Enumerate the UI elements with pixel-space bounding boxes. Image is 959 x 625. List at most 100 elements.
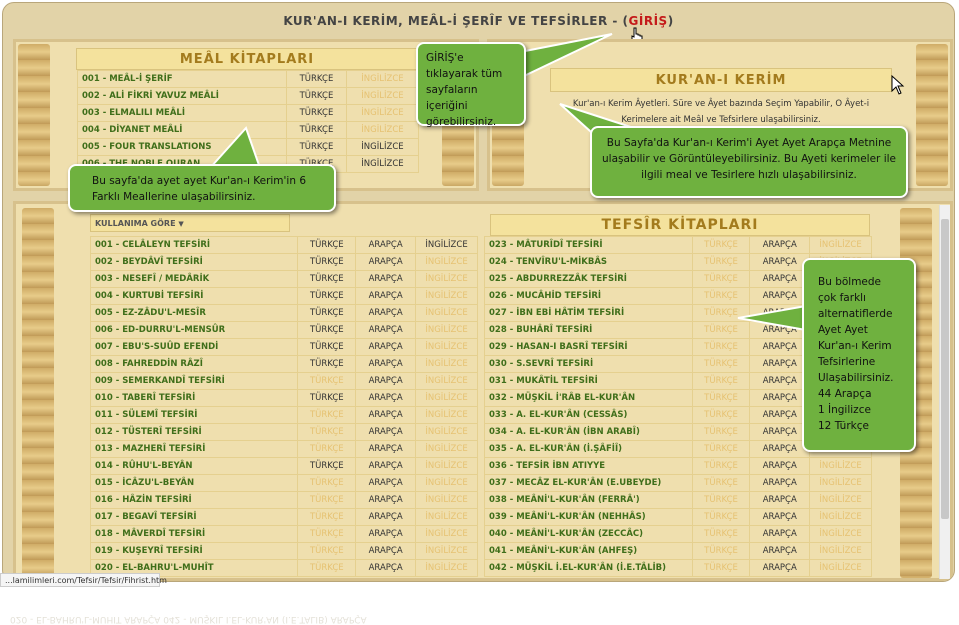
tefsir-name-link[interactable]: 001 - CELÂLEYN TEFSİRİ (89, 236, 299, 254)
tefsir-name-link[interactable]: 039 - MEÂNİ'L-KUR'ÂN (NEHHÂS) (484, 508, 693, 526)
meal-name-link[interactable]: 003 - ELMALILI MEÂLİ (77, 104, 287, 122)
turkce-link[interactable]: TÜRKÇE (286, 87, 347, 105)
tefsir-name-link[interactable]: 009 - SEMERKANDÎ TEFSİRİ (89, 372, 299, 390)
tefsir-name-link[interactable]: 014 - RÛHU'L-BEYÂN (89, 457, 299, 475)
turkce-link[interactable]: TÜRKÇE (297, 253, 357, 271)
turkce-link[interactable]: TÜRKÇE (297, 355, 357, 373)
tefsir-name-link[interactable]: 008 - FAHREDDİN RÂZÎ (89, 355, 299, 373)
tefsir-name-link[interactable]: 030 - S.SEVRÎ TEFSİRİ (484, 355, 693, 373)
arapca-link[interactable]: ARAPÇA (749, 321, 811, 339)
tefsir-name-link[interactable]: 013 - MAZHERÎ TEFSİRİ (89, 440, 299, 458)
arapca-link[interactable]: ARAPÇA (749, 525, 811, 543)
sort-dropdown[interactable]: KULLANIMA GÖRE ▼ (90, 214, 290, 232)
turkce-link[interactable]: TÜRKÇE (286, 138, 347, 156)
tefsir-name-link[interactable]: 017 - BEGAVÎ TEFSİRİ (89, 508, 299, 526)
arapca-link[interactable]: ARAPÇA (355, 253, 417, 271)
tefsir-name-link[interactable]: 011 - SÜLEMÎ TEFSİRİ (89, 406, 299, 424)
tefsir-name-link[interactable]: 035 - A. EL-KUR'ÂN (İ.ŞÂFİÎ) (484, 440, 693, 458)
tefsir-name-link[interactable]: 004 - KURTUBİ TEFSİRİ (89, 287, 299, 305)
tefsir-name-link[interactable]: 010 - TABERÎ TEFSİRİ (89, 389, 299, 407)
vertical-scrollbar[interactable] (939, 205, 950, 579)
arapca-link[interactable]: ARAPÇA (749, 236, 811, 254)
arapca-link[interactable]: ARAPÇA (749, 253, 811, 271)
arapca-link[interactable]: ARAPÇA (749, 440, 811, 458)
tefsir-name-link[interactable]: 028 - BUHÂRÎ TEFSİRİ (484, 321, 693, 339)
tefsir-name-link[interactable]: 024 - TENVÎRU'L-MİKBÂS (484, 253, 693, 271)
arapca-link[interactable]: ARAPÇA (355, 525, 417, 543)
tefsir-name-link[interactable]: 040 - MEÂNİ'L-KUR'ÂN (ZECCÂC) (484, 525, 693, 543)
tefsir-name-link[interactable]: 006 - ED-DURRU'L-MENSÛR (89, 321, 299, 339)
tefsir-name-link[interactable]: 003 - NESEFÎ / MEDÂRİK (89, 270, 299, 288)
turkce-link[interactable]: TÜRKÇE (297, 338, 357, 356)
arapca-link[interactable]: ARAPÇA (749, 423, 811, 441)
ingilizce-link[interactable]: İNGİLİZCE (345, 155, 420, 173)
arapca-link[interactable]: ARAPÇA (355, 338, 417, 356)
scrollbar-thumb[interactable] (941, 219, 949, 519)
turkce-link[interactable]: TÜRKÇE (286, 104, 347, 122)
tefsir-name-link[interactable]: 018 - MÂVERDÎ TEFSİRİ (89, 525, 299, 543)
arapca-link[interactable]: ARAPÇA (355, 355, 417, 373)
meal-name-link[interactable]: 004 - DİYANET MEÂLİ (77, 121, 287, 139)
tefsir-name-link[interactable]: 027 - İBN EBİ HÂTİM TEFSİRİ (484, 304, 693, 322)
meal-name-link[interactable]: 005 - FOUR TRANSLATIONS (77, 138, 287, 156)
ingilizce-link[interactable]: İNGİLİZCE (415, 236, 478, 254)
tefsir-name-link[interactable]: 015 - İCÂZU'L-BEYÂN (89, 474, 299, 492)
tefsir-name-link[interactable]: 012 - TÜSTERÎ TEFSİRİ (89, 423, 299, 441)
tefsir-name-link[interactable]: 005 - EZ-ZÂDU'L-MESÎR (89, 304, 299, 322)
arapca-link[interactable]: ARAPÇA (355, 491, 417, 509)
tefsir-name-link[interactable]: 038 - MEÂNİ'L-KUR'ÂN (FERRÂ') (484, 491, 693, 509)
arapca-link[interactable]: ARAPÇA (355, 508, 417, 526)
tefsir-name-link[interactable]: 019 - KUŞEYRÎ TEFSİRİ (89, 542, 299, 560)
arapca-link[interactable]: ARAPÇA (749, 474, 811, 492)
arapca-link[interactable]: ARAPÇA (749, 559, 811, 577)
arapca-link[interactable]: ARAPÇA (749, 287, 811, 305)
arapca-link[interactable]: ARAPÇA (749, 457, 811, 475)
arapca-link[interactable]: ARAPÇA (355, 474, 417, 492)
turkce-link[interactable]: TÜRKÇE (297, 457, 357, 475)
giris-link[interactable]: GİRİŞ (629, 14, 668, 28)
tefsir-name-link[interactable]: 034 - A. EL-KUR'ÂN (İBN ARABÎ) (484, 423, 693, 441)
tefsir-name-link[interactable]: 026 - MUCÂHİD TEFSİRİ (484, 287, 693, 305)
tefsir-name-link[interactable]: 041 - MEÂNİ'L-KUR'ÂN (AHFEŞ) (484, 542, 693, 560)
meal-name-link[interactable]: 001 - MEÂL-İ ŞERİF (77, 70, 287, 88)
tefsir-name-link[interactable]: 036 - TEFSİR İBN ATIYYE (484, 457, 693, 475)
tefsir-name-link[interactable]: 007 - EBU'S-SUÛD EFENDİ (89, 338, 299, 356)
tefsir-name-link[interactable]: 037 - MECÂZ EL-KUR'ÂN (E.UBEYDE) (484, 474, 693, 492)
turkce-link[interactable]: TÜRKÇE (286, 121, 347, 139)
arapca-link[interactable]: ARAPÇA (355, 406, 417, 424)
turkce-link[interactable]: TÜRKÇE (297, 389, 357, 407)
arapca-link[interactable]: ARAPÇA (355, 440, 417, 458)
arapca-link[interactable]: ARAPÇA (749, 406, 811, 424)
tefsir-name-link[interactable]: 031 - MUKÂTİL TEFSİRİ (484, 372, 693, 390)
arapca-link[interactable]: ARAPÇA (355, 389, 417, 407)
arapca-link[interactable]: ARAPÇA (355, 270, 417, 288)
arapca-link[interactable]: ARAPÇA (355, 559, 417, 577)
tefsir-name-link[interactable]: 032 - MÜŞKİL İ'RÂB EL-KUR'ÂN (484, 389, 693, 407)
arapca-link[interactable]: ARAPÇA (355, 423, 417, 441)
arapca-link[interactable]: ARAPÇA (749, 270, 811, 288)
arapca-link[interactable]: ARAPÇA (749, 389, 811, 407)
arapca-link[interactable]: ARAPÇA (749, 491, 811, 509)
tefsir-name-link[interactable]: 016 - HÂZİN TEFSİRİ (89, 491, 299, 509)
turkce-link[interactable]: TÜRKÇE (297, 270, 357, 288)
turkce-link[interactable]: TÜRKÇE (297, 304, 357, 322)
ingilizce-link[interactable]: İNGİLİZCE (345, 138, 420, 156)
arapca-link[interactable]: ARAPÇA (355, 236, 417, 254)
turkce-link[interactable]: TÜRKÇE (297, 236, 357, 254)
kuran-header[interactable]: KUR'AN-I KERİM (550, 68, 892, 92)
tefsir-name-link[interactable]: 002 - BEYDÂVÎ TEFSİRİ (89, 253, 299, 271)
arapca-link[interactable]: ARAPÇA (355, 287, 417, 305)
arapca-link[interactable]: ARAPÇA (749, 508, 811, 526)
turkce-link[interactable]: TÜRKÇE (297, 321, 357, 339)
arapca-link[interactable]: ARAPÇA (355, 372, 417, 390)
arapca-link[interactable]: ARAPÇA (749, 338, 811, 356)
arapca-link[interactable]: ARAPÇA (355, 304, 417, 322)
arapca-link[interactable]: ARAPÇA (749, 355, 811, 373)
arapca-link[interactable]: ARAPÇA (355, 457, 417, 475)
tefsir-name-link[interactable]: 029 - HASAN-I BASRÎ TEFSİRİ (484, 338, 693, 356)
meal-name-link[interactable]: 002 - ALİ FİKRİ YAVUZ MEÂLİ (77, 87, 287, 105)
arapca-link[interactable]: ARAPÇA (749, 372, 811, 390)
arapca-link[interactable]: ARAPÇA (355, 542, 417, 560)
arapca-link[interactable]: ARAPÇA (749, 542, 811, 560)
tefsir-name-link[interactable]: 042 - MÜŞKİL İ.EL-KUR'ÂN (İ.E.TÂLİB) (484, 559, 693, 577)
